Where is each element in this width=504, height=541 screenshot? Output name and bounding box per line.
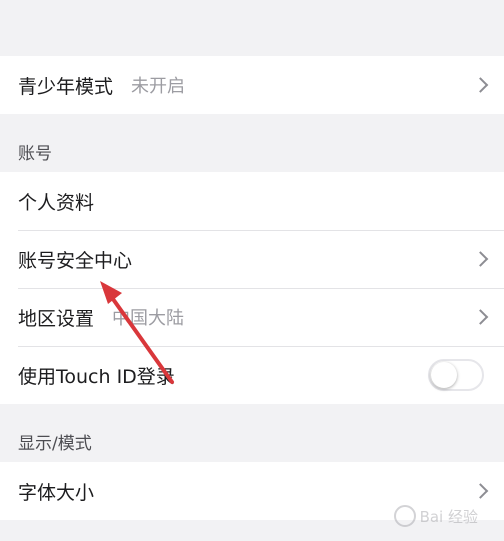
account-security-center-label: 账号安全中心 <box>18 249 133 272</box>
toggle-knob <box>431 362 457 388</box>
font-size-label: 字体大小 <box>18 481 95 504</box>
account-section-header: 账号 <box>0 114 504 172</box>
top-spacer <box>0 0 504 56</box>
personal-info-label: 个人资料 <box>18 191 95 214</box>
personal-info-row[interactable]: 个人资料 <box>0 172 504 230</box>
youth-mode-row[interactable]: 青少年模式 未开启 <box>0 56 504 114</box>
baidu-watermark: Bai 经验 <box>393 505 478 527</box>
youth-mode-label: 青少年模式 <box>18 75 114 98</box>
touch-id-toggle[interactable] <box>428 359 484 391</box>
region-settings-value: 中国大陆 <box>112 308 185 329</box>
account-section-title: 账号 <box>18 144 52 164</box>
display-section-title: 显示/模式 <box>18 434 92 454</box>
chevron-right-icon <box>472 251 489 267</box>
region-settings-row[interactable]: 地区设置 中国大陆 <box>0 288 504 346</box>
region-settings-label: 地区设置 <box>18 307 95 330</box>
chevron-right-icon <box>472 77 489 93</box>
touch-id-login-label: 使用Touch ID登录 <box>18 365 175 388</box>
touch-id-login-row: 使用Touch ID登录 <box>0 346 504 404</box>
baidu-paw-icon <box>393 505 416 527</box>
chevron-right-icon <box>472 309 489 325</box>
account-security-center-row[interactable]: 账号安全中心 <box>0 230 504 288</box>
watermark-text: Bai 经验 <box>419 507 478 526</box>
display-section-header: 显示/模式 <box>0 404 504 462</box>
youth-mode-value: 未开启 <box>131 76 186 97</box>
chevron-right-icon <box>472 483 489 499</box>
